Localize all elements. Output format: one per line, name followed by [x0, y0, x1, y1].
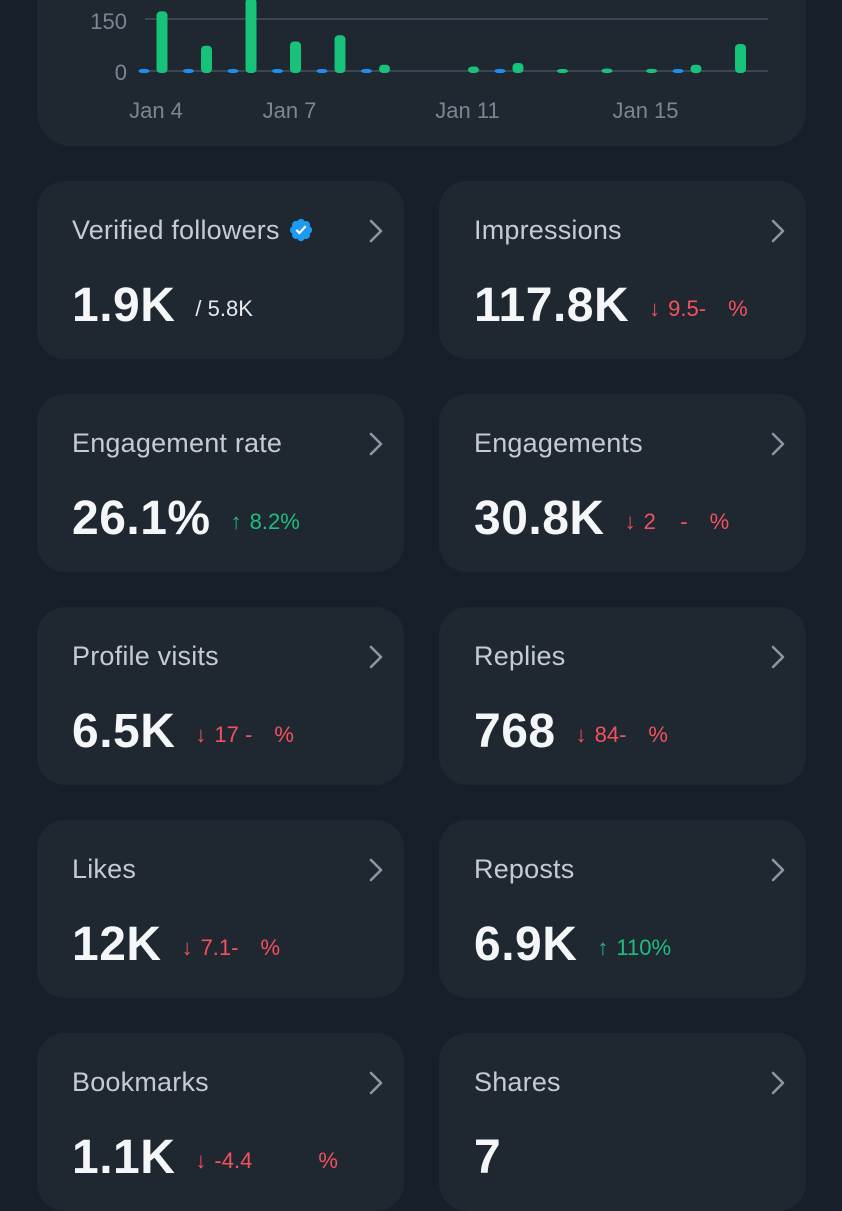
- metric-delta: ↓ -4.4%: [195, 1148, 338, 1173]
- metric-delta: ↑ 110%: [597, 935, 672, 960]
- metric-value: 30.8K: [474, 491, 605, 545]
- card-title: Engagement rate: [72, 428, 283, 458]
- x-tick-label: Jan 15: [612, 98, 678, 123]
- arrow-down-icon: ↓: [181, 935, 193, 960]
- card-title: Impressions: [474, 215, 622, 245]
- chevron-right-icon: [771, 858, 785, 882]
- chevron-right-icon: [771, 1071, 785, 1095]
- bar-blue[interactable]: [672, 69, 684, 73]
- x-tick-label: Jan 11: [435, 98, 499, 123]
- arrow-down-icon: ↓: [195, 1148, 207, 1173]
- bar-green[interactable]: [290, 41, 301, 73]
- metric-value: 768: [474, 704, 556, 758]
- bar-green[interactable]: [201, 45, 212, 73]
- arrow-up-icon: ↑: [597, 935, 609, 960]
- arrow-up-icon: ↑: [230, 509, 242, 534]
- bar-green[interactable]: [690, 64, 702, 73]
- chevron-right-icon: [771, 645, 785, 669]
- arrow-down-icon: ↓: [195, 722, 207, 747]
- bar-green[interactable]: [468, 66, 479, 73]
- x-tick-label: Jan 4: [129, 98, 183, 123]
- verified-badge-icon: [289, 218, 312, 242]
- chevron-right-icon: [369, 1071, 383, 1095]
- arrow-down-icon: ↓: [649, 296, 661, 321]
- card-title: Replies: [474, 641, 566, 671]
- chevron-right-icon: [369, 219, 383, 243]
- bar-green[interactable]: [601, 68, 613, 73]
- chevron-right-icon: [369, 645, 383, 669]
- metric-value: 1.9K: [72, 278, 176, 332]
- card-title: Shares: [474, 1067, 561, 1097]
- daily-activity-bar-chart: 150 0Jan 4 Jan 7 Jan 11 Jan 15: [90, 0, 768, 123]
- card-engagement-rate[interactable]: Engagement rate 26.1% ↑ 8.2%: [37, 394, 404, 572]
- chevron-right-icon: [369, 432, 383, 456]
- metric-value: 6.9K: [474, 917, 578, 971]
- card-title: Reposts: [474, 854, 575, 884]
- bar-green[interactable]: [334, 35, 346, 73]
- card-title: Profile visits: [72, 641, 219, 671]
- metric-delta: ↓ 84-%: [575, 722, 668, 747]
- card-likes[interactable]: Likes 12K ↓ 7.1-%: [37, 820, 404, 998]
- card-reposts[interactable]: Reposts 6.9K ↑ 110%: [439, 820, 806, 998]
- metric-delta: ↓ 7.1-%: [181, 935, 281, 960]
- bar-blue[interactable]: [316, 69, 328, 73]
- x-tick-label: Jan 7: [263, 98, 317, 123]
- metric-delta: ↓ 2 -%: [624, 509, 730, 534]
- metric-value: 117.8K: [474, 278, 630, 332]
- card-engagements[interactable]: Engagements 30.8K ↓ 2 -%: [439, 394, 806, 572]
- bar-green[interactable]: [512, 63, 524, 73]
- card-title: Verified followers: [72, 215, 314, 246]
- arrow-down-icon: ↓: [575, 722, 587, 747]
- metric-value: 1.1K: [72, 1130, 176, 1184]
- bar-blue[interactable]: [138, 69, 150, 73]
- bar-blue[interactable]: [494, 69, 506, 73]
- metric-value: 26.1%: [72, 491, 211, 545]
- card-title: Engagements: [474, 428, 643, 458]
- card-verified-followers[interactable]: Verified followers 1.9K / 5.8K: [37, 181, 404, 359]
- metric-value: 6.5K: [72, 704, 176, 758]
- card-title: Likes: [72, 854, 137, 884]
- bar-blue[interactable]: [272, 69, 283, 73]
- metric-value: 12K: [72, 917, 162, 971]
- bar-green[interactable]: [245, 0, 257, 73]
- bar-green[interactable]: [646, 68, 657, 73]
- chevron-right-icon: [771, 219, 785, 243]
- bar-green[interactable]: [156, 11, 168, 73]
- y-tick-label: 150: [90, 9, 127, 34]
- card-title: Bookmarks: [72, 1067, 209, 1097]
- arrow-down-icon: ↓: [624, 509, 636, 534]
- bar-green[interactable]: [557, 69, 568, 73]
- card-bookmarks[interactable]: Bookmarks 1.1K ↓ -4.4%: [37, 1033, 404, 1211]
- chevron-right-icon: [771, 432, 785, 456]
- card-impressions[interactable]: Impressions 117.8K ↓ 9.5-%: [439, 181, 806, 359]
- card-shares[interactable]: Shares 7: [439, 1033, 806, 1211]
- y-tick-label: 0: [115, 60, 127, 85]
- card-profile-visits[interactable]: Profile visits 6.5K ↓ 17 -%: [37, 607, 404, 785]
- metric-delta: ↓ 17 -%: [195, 722, 294, 747]
- card-replies[interactable]: Replies 768 ↓ 84-%: [439, 607, 806, 785]
- bar-blue[interactable]: [227, 69, 239, 73]
- bar-blue[interactable]: [183, 69, 194, 73]
- bar-green[interactable]: [379, 64, 390, 73]
- metric-total: / 5.8K: [195, 296, 253, 321]
- bar-blue[interactable]: [361, 69, 372, 73]
- metric-value: 7: [474, 1130, 502, 1184]
- metric-delta: ↑ 8.2%: [230, 509, 300, 534]
- metric-delta: ↓ 9.5-%: [649, 296, 748, 321]
- bar-green[interactable]: [735, 43, 746, 73]
- chevron-right-icon: [369, 858, 383, 882]
